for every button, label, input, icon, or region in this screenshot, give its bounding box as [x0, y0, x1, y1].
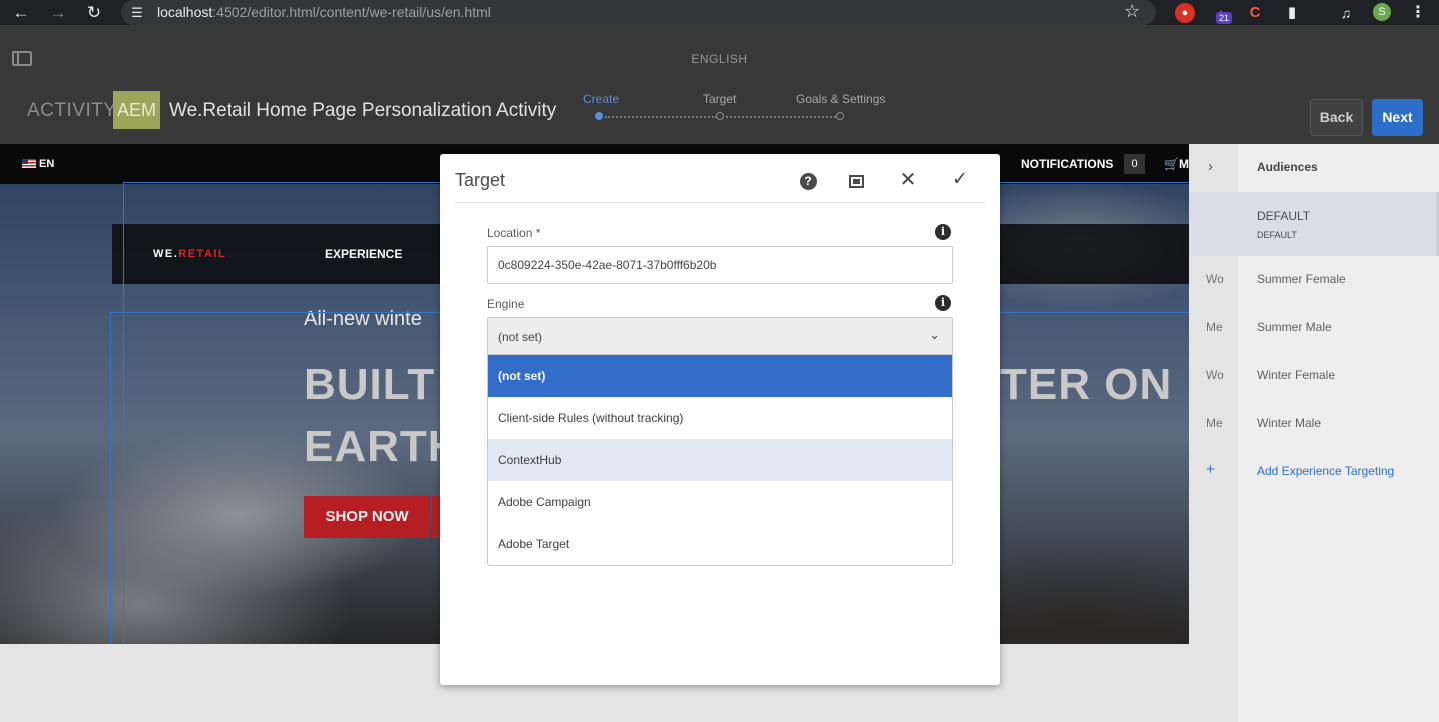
extension-icon[interactable]: ●	[1175, 3, 1195, 23]
option-not-set[interactable]: (not set)	[488, 355, 952, 397]
language-selector[interactable]: EN	[22, 158, 54, 170]
audience-winter-female[interactable]: Wo Winter Female	[1189, 352, 1439, 400]
dialog-title: Target	[455, 170, 506, 190]
location-input[interactable]: 0c809224-350e-42ae-8071-37b0fff6b20b	[487, 246, 953, 284]
us-flag-icon	[22, 159, 36, 168]
step-dot-target	[716, 112, 724, 120]
cart-link[interactable]: 🛒M	[1164, 157, 1189, 171]
engine-select[interactable]: (not set) ⌄	[487, 317, 953, 355]
step-dot-create	[595, 112, 603, 120]
confirm-icon[interactable]: ✓	[948, 168, 972, 192]
reload-icon[interactable]: ↻	[83, 2, 105, 24]
next-button[interactable]: Next	[1372, 99, 1423, 136]
option-contexthub[interactable]: ContextHub	[488, 439, 952, 481]
fullscreen-icon[interactable]	[844, 168, 868, 192]
audience-default[interactable]: DEFAULT DEFAULT	[1189, 192, 1439, 256]
menu-icon[interactable]: ⋮	[1408, 3, 1428, 23]
audience-winter-male[interactable]: Me Winter Male	[1189, 400, 1439, 448]
activity-badge: AEM	[113, 91, 160, 129]
option-adobe-target[interactable]: Adobe Target	[488, 523, 952, 565]
profile-avatar[interactable]: S	[1373, 3, 1391, 21]
language-label: ENGLISH	[691, 52, 748, 66]
engine-label: Engine	[487, 297, 525, 311]
plus-icon: +	[1206, 461, 1215, 478]
audience-summer-female[interactable]: Wo Summer Female	[1189, 256, 1439, 304]
back-button[interactable]: Back	[1310, 99, 1363, 136]
star-icon[interactable]: ☆	[1124, 1, 1140, 22]
step-connector	[726, 116, 836, 118]
option-adobe-campaign[interactable]: Adobe Campaign	[488, 481, 952, 523]
activity-title: We.Retail Home Page Personalization Acti…	[169, 100, 557, 121]
chevron-right-icon[interactable]: ›	[1208, 158, 1213, 175]
engine-info-icon[interactable]: i	[935, 295, 951, 311]
extensions-icon[interactable]: ▮	[1282, 3, 1302, 23]
extension-icon[interactable]: C	[1245, 3, 1265, 23]
chevron-down-icon: ⌄	[929, 327, 940, 342]
location-info-icon[interactable]: i	[935, 224, 951, 240]
audiences-header[interactable]: › Audiences	[1189, 144, 1439, 192]
step-dot-goals	[836, 112, 844, 120]
forward-icon[interactable]: →	[47, 2, 69, 24]
notifications-link[interactable]: NOTIFICATIONS	[1021, 157, 1113, 171]
extension-badge: 21	[1216, 12, 1233, 24]
activity-label: ACTIVITY:	[27, 100, 122, 121]
editor-header	[0, 25, 1439, 144]
help-icon[interactable]: ?	[796, 168, 820, 192]
step-create[interactable]: Create	[583, 92, 619, 106]
step-target[interactable]: Target	[703, 92, 736, 106]
media-icon[interactable]: ♫	[1336, 3, 1356, 23]
engine-options-list: (not set) Client-side Rules (without tra…	[487, 355, 953, 566]
notifications-count: 0	[1124, 154, 1145, 174]
dialog-divider	[455, 202, 985, 203]
step-connector	[605, 116, 717, 118]
target-dialog: Target ? ✕ ✓ Location * i 0c809224-350e-…	[440, 154, 1000, 685]
cart-icon: 🛒	[1164, 157, 1179, 171]
close-icon[interactable]: ✕	[896, 168, 920, 192]
browser-toolbar: ← → ↻ ☰ localhost:4502/editor.html/conte…	[0, 0, 1439, 25]
add-experience-targeting[interactable]: + Add Experience Targeting	[1189, 448, 1439, 496]
option-client-side-rules[interactable]: Client-side Rules (without tracking)	[488, 397, 952, 439]
url-text[interactable]: localhost:4502/editor.html/content/we-re…	[157, 4, 491, 20]
audience-summer-male[interactable]: Me Summer Male	[1189, 304, 1439, 352]
audiences-panel: › Audiences DEFAULT DEFAULT Wo Summer Fe…	[1189, 144, 1439, 722]
site-info-icon[interactable]: ☰	[127, 3, 147, 23]
step-goals-settings[interactable]: Goals & Settings	[796, 92, 885, 106]
location-label: Location *	[487, 226, 541, 240]
back-icon[interactable]: ←	[10, 2, 32, 24]
